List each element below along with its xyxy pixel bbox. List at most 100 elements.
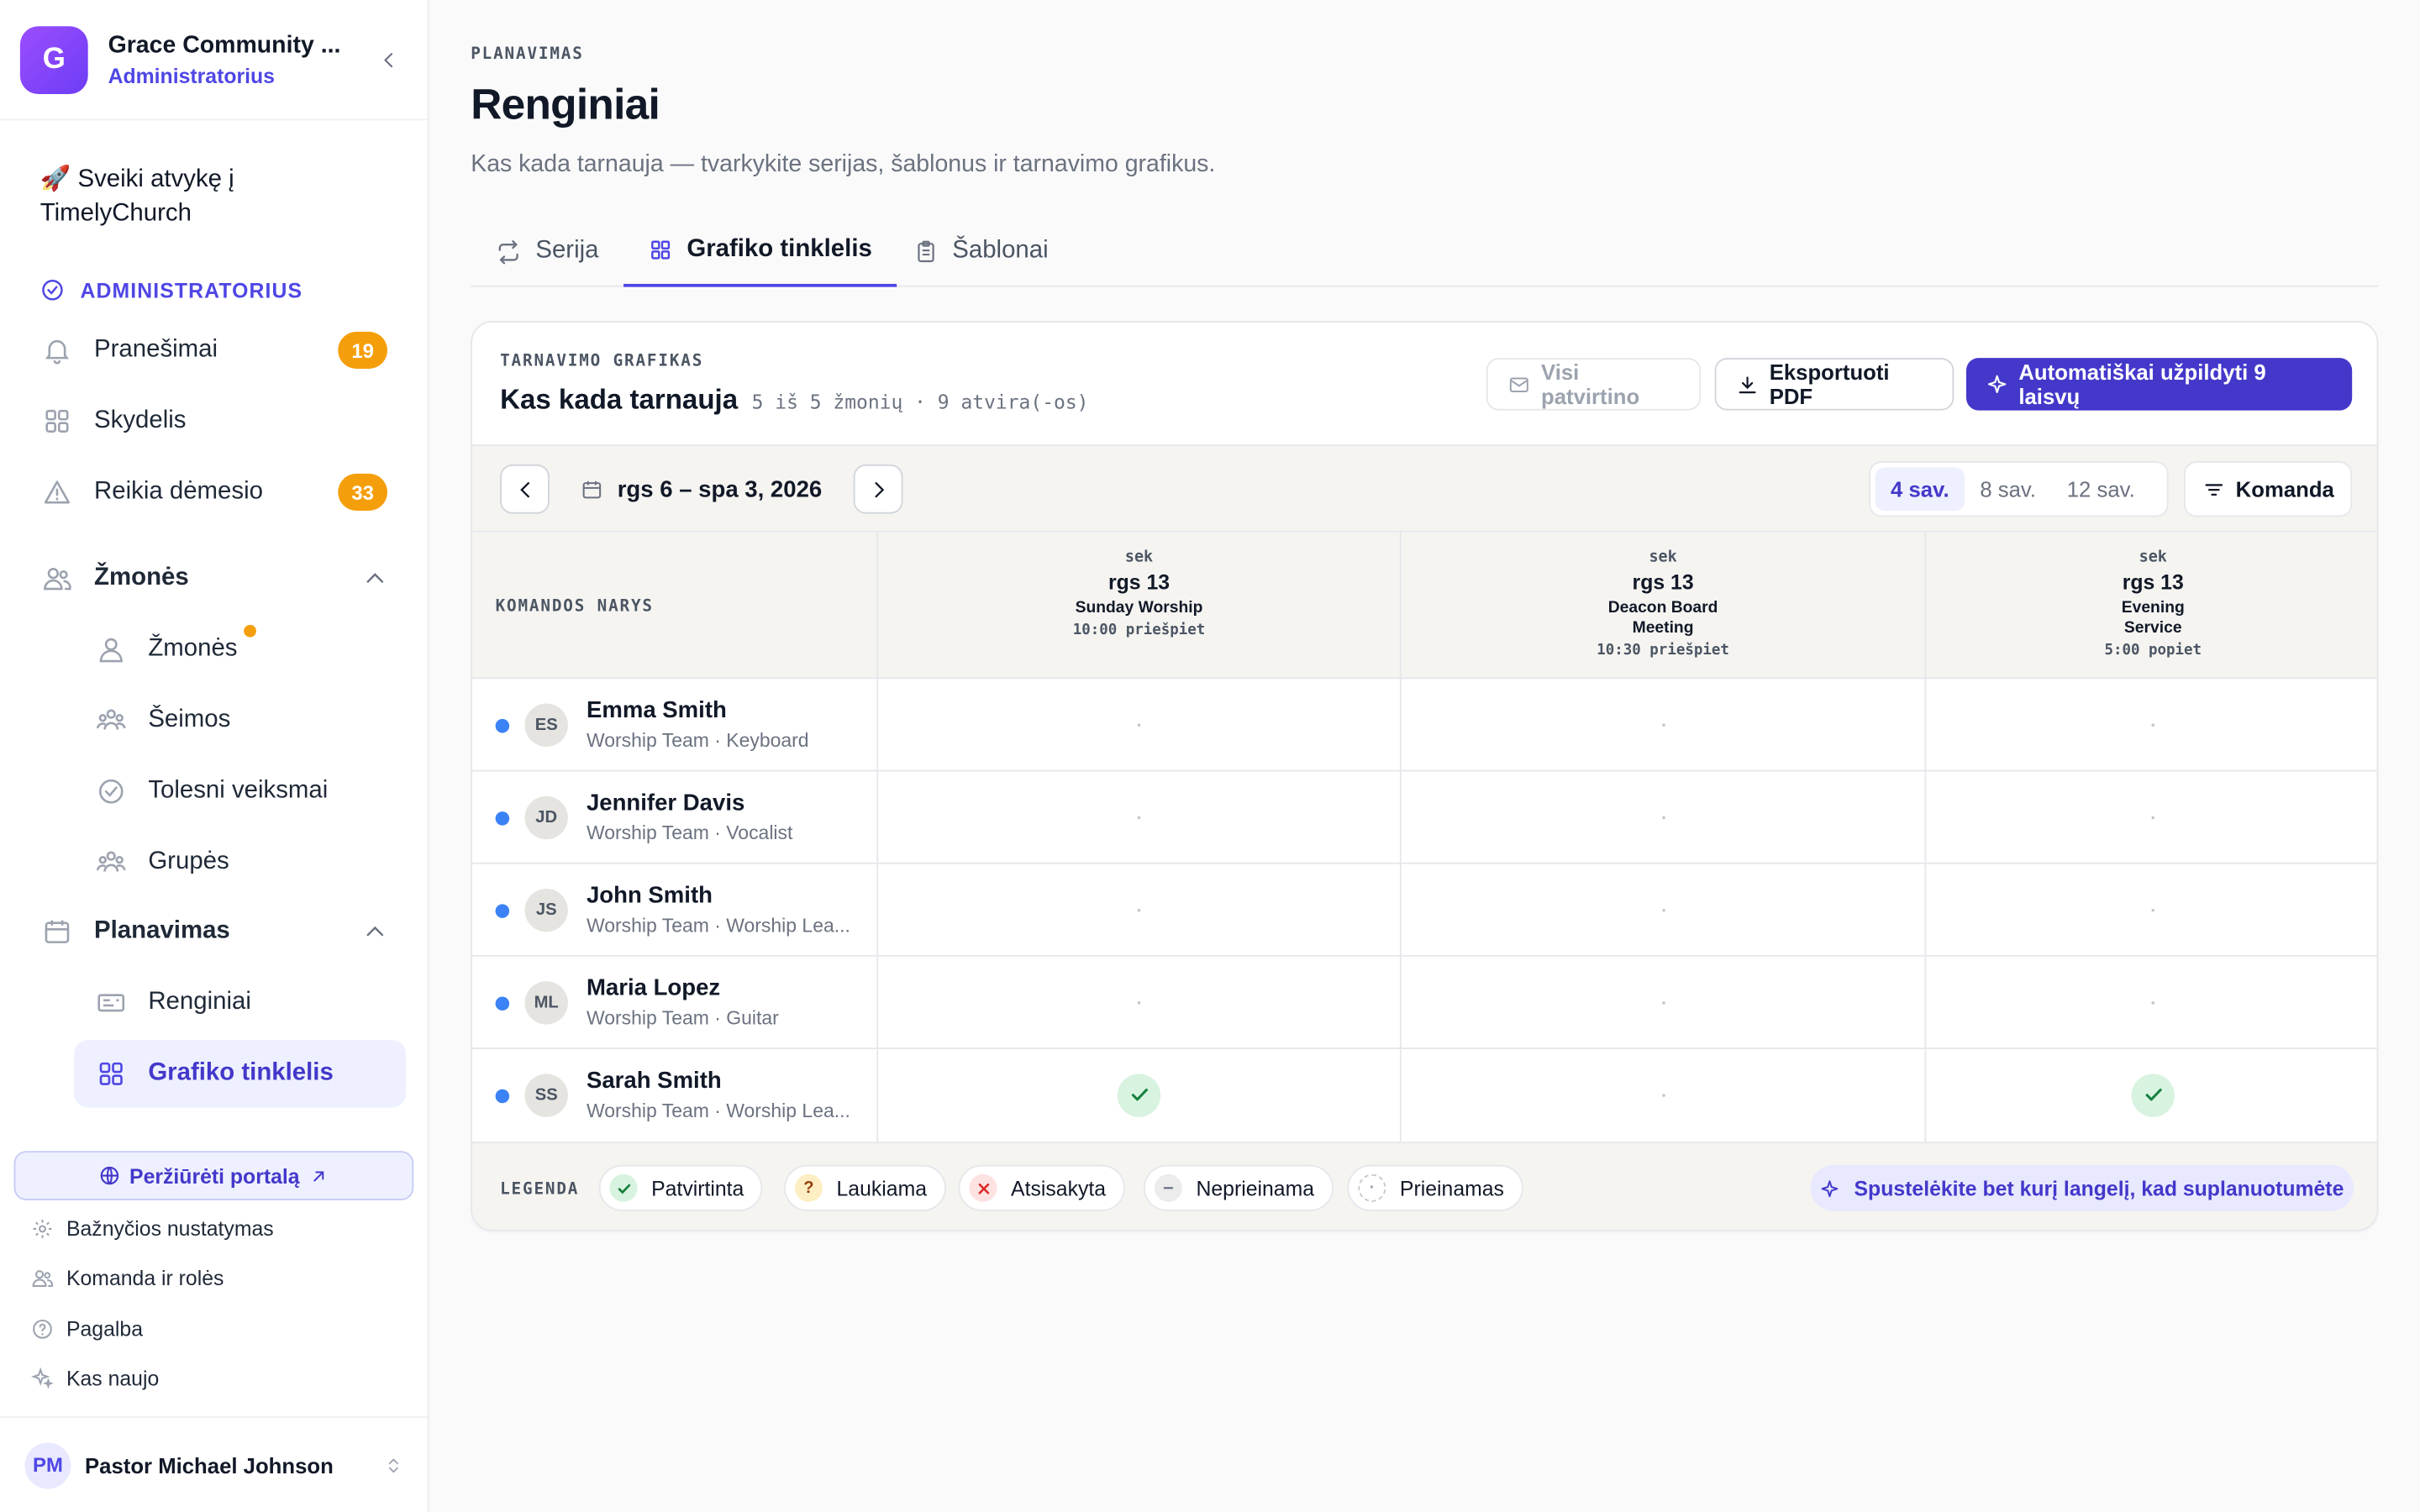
schedule-cell[interactable] — [1926, 864, 2376, 955]
empty-slot-dot — [1661, 722, 1665, 727]
card-eyebrow: TARNAVIMO GRAFIKAS — [500, 351, 704, 370]
range-8-weeks[interactable]: 8 sav. — [1965, 468, 2051, 511]
member-name: John Smith — [586, 882, 713, 909]
schedule-cell[interactable] — [1402, 864, 1925, 955]
sidebar-item-people[interactable]: Žmonės — [74, 616, 406, 684]
card-meta: 5 iš 5 žmonių · 9 atvira(-os) — [751, 390, 1089, 414]
empty-slot-dot — [1661, 907, 1665, 911]
empty-slot-dot — [1661, 1000, 1665, 1004]
sidebar-item-attention[interactable]: Reikia dėmesio 33 — [40, 461, 388, 522]
legend: LEGENDA Patvirtinta ? Laukiama Atsisakyt… — [472, 1142, 2377, 1230]
export-pdf-label: Eksportuoti PDF — [1769, 359, 1890, 409]
member-name: Maria Lopez — [586, 974, 721, 1002]
view-portal-label: Peržiūrėti portalą — [129, 1163, 300, 1188]
avatar: JS — [524, 888, 568, 932]
sidebar-section-planning[interactable]: Planavimas — [40, 901, 387, 963]
member-name: Sarah Smith — [586, 1068, 722, 1095]
schedule-cell[interactable] — [878, 1049, 1400, 1140]
member-name: Jennifer Davis — [586, 790, 745, 816]
empty-slot-dot — [2151, 907, 2155, 911]
schedule-cell[interactable] — [1402, 1049, 1925, 1140]
table-row: ES Emma Smith Worship Team · Keyboard — [472, 679, 2377, 772]
attention-badge: 33 — [338, 473, 388, 511]
footer-item-team-roles[interactable]: Komanda ir rolės — [29, 1261, 406, 1294]
footer-item-church-settings[interactable]: Bažnyčios nustatymas — [29, 1211, 406, 1245]
schedule-cell[interactable] — [1402, 771, 1925, 862]
all-confirmed-button[interactable]: Visi patvirtino — [1486, 358, 1702, 411]
sparkles-icon — [29, 1366, 54, 1390]
sidebar-item-groups[interactable]: Grupės — [74, 828, 406, 896]
legend-label: Prieinamas — [1399, 1176, 1504, 1200]
schedule-cell[interactable] — [1402, 957, 1925, 1047]
legend-label: Neprieinama — [1196, 1176, 1315, 1200]
schedule-cell[interactable] — [1926, 679, 2376, 769]
event-column-header[interactable]: sek rgs 13 Evening Service 5:00 popiet — [1926, 533, 2376, 679]
tab-templates[interactable]: Šablonai — [913, 216, 1049, 286]
sidebar-section-people[interactable]: Žmonės — [40, 548, 387, 609]
user-menu[interactable]: PM Pastor Michael Johnson — [0, 1416, 428, 1512]
schedule-cell[interactable] — [878, 957, 1400, 1047]
tab-label: Šablonai — [952, 237, 1049, 265]
sidebar-item-families[interactable]: Šeimos — [74, 686, 406, 754]
avatar: SS — [524, 1074, 568, 1117]
footer-item-label: Kas naujo — [66, 1366, 160, 1389]
nav-scroll-area[interactable]: 🚀 Sveiki atvykę į TimelyChurch ADMINISTR… — [0, 122, 428, 1134]
schedule-cell[interactable] — [1926, 957, 2376, 1047]
chevron-up-icon — [366, 926, 384, 937]
grid-icon — [94, 1057, 128, 1090]
export-pdf-button[interactable]: Eksportuoti PDF — [1714, 358, 1954, 411]
tab-series[interactable]: Serija — [496, 216, 598, 286]
welcome-message: 🚀 Sveiki atvykę į TimelyChurch — [39, 166, 234, 227]
schedule-cell[interactable] — [1926, 1049, 2376, 1140]
schedule-cell[interactable] — [878, 771, 1400, 862]
next-range-button[interactable] — [853, 464, 903, 514]
sidebar-item-notifications[interactable]: Pranešimai 19 — [40, 319, 388, 381]
event-column-header[interactable]: sek rgs 13 Sunday Worship 10:00 priešpie… — [878, 533, 1400, 679]
empty-slot-dot — [1137, 1000, 1141, 1004]
schedule-cell[interactable] — [878, 679, 1400, 769]
sidebar-item-schedule-grid[interactable]: Grafiko tinklelis — [74, 1039, 407, 1108]
range-12-weeks[interactable]: 12 sav. — [2051, 468, 2150, 511]
minus-icon — [1154, 1173, 1182, 1202]
event-column-header[interactable]: sek rgs 13 Deacon Board Meeting 10:30 pr… — [1402, 533, 1925, 679]
sidebar-item-label: Žmonės — [148, 635, 238, 662]
bell-icon — [40, 333, 74, 367]
admin-section-label: ADMINISTRATORIUS — [80, 278, 303, 302]
member-name: Emma Smith — [586, 697, 727, 724]
sidebar-item-followups[interactable]: Tolesni veiksmai — [74, 758, 406, 826]
status-dot — [495, 996, 510, 1011]
schedule-cell[interactable] — [1402, 679, 1925, 769]
team-filter-label: Komanda — [2235, 476, 2334, 501]
autofill-button[interactable]: Automatiškai užpildyti 9 laisvų — [1966, 358, 2353, 411]
team-filter-button[interactable]: Komanda — [2183, 461, 2353, 517]
footer-item-help[interactable]: Pagalba — [29, 1311, 406, 1345]
view-portal-button[interactable]: Peržiūrėti portalą — [13, 1151, 414, 1200]
filter-icon — [2204, 483, 2223, 496]
empty-slot-dot — [2151, 815, 2155, 819]
event-name: Sunday Worship — [1075, 598, 1203, 617]
range-4-weeks[interactable]: 4 sav. — [1875, 467, 1965, 511]
event-date: rgs 13 — [2122, 570, 2184, 595]
chevron-updown-icon — [388, 1457, 398, 1473]
legend-label: Patvirtinta — [651, 1176, 744, 1200]
schedule-cell[interactable] — [1926, 771, 2376, 862]
status-dot — [495, 718, 510, 733]
previous-range-button[interactable] — [500, 464, 550, 514]
org-switcher[interactable]: G Grace Community ... Administratorius — [0, 0, 428, 121]
empty-slot-dot — [1661, 815, 1665, 819]
collapse-sidebar-button[interactable] — [372, 43, 406, 76]
user-name: Pastor Michael Johnson — [85, 1452, 334, 1478]
schedule-cell[interactable] — [878, 864, 1400, 955]
check-icon — [609, 1173, 638, 1202]
repeat-icon — [498, 239, 518, 264]
empty-slot-dot — [1661, 1093, 1665, 1096]
page-eyebrow: PLANAVIMAS — [471, 45, 584, 64]
sidebar-item-events[interactable]: Renginiai — [74, 969, 406, 1037]
tab-schedule-grid[interactable]: Grafiko tinklelis — [623, 216, 897, 287]
member-role: Worship Team · Vocalist — [586, 822, 793, 844]
member-role: Worship Team · Worship Lea... — [586, 1100, 850, 1122]
footer-item-whats-new[interactable]: Kas naujo — [29, 1361, 406, 1394]
unread-dot — [244, 624, 256, 638]
sidebar-item-dashboard[interactable]: Skydelis — [40, 391, 387, 452]
sidebar-item-label: Šeimos — [148, 706, 231, 733]
